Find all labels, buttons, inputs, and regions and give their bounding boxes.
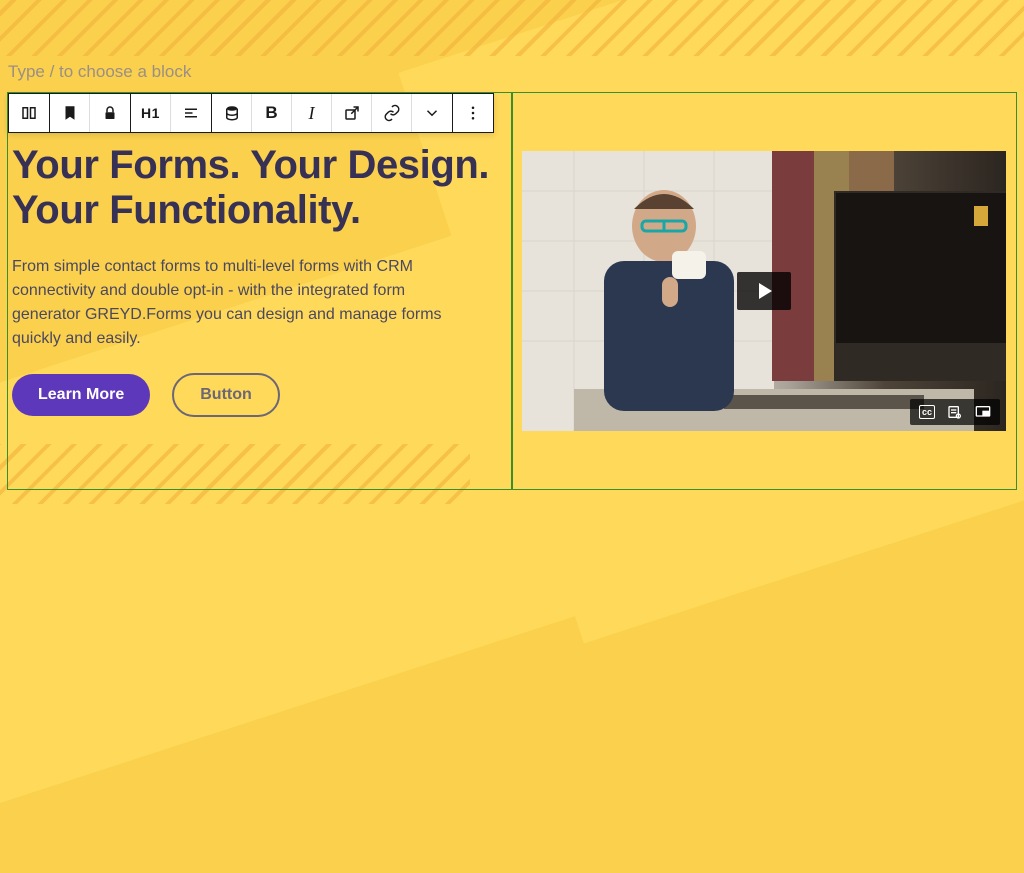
heading-level-label: H1 [141, 105, 160, 121]
block-placeholder[interactable]: Type / to choose a block [8, 62, 191, 82]
chevron-down-icon[interactable] [412, 94, 452, 132]
column-right[interactable]: cc [512, 93, 1016, 489]
hero-description[interactable]: From simple contact forms to multi-level… [12, 255, 472, 351]
block-toolbar: H1 B I [8, 93, 494, 133]
captions-label: cc [919, 405, 935, 419]
captions-button[interactable]: cc [916, 403, 938, 421]
external-link-icon[interactable] [332, 94, 372, 132]
lock-icon[interactable] [90, 94, 130, 132]
bookmark-icon[interactable] [50, 94, 90, 132]
block-type-heading-icon[interactable] [9, 94, 49, 132]
pip-button[interactable] [972, 403, 994, 421]
column-left[interactable]: H1 B I [8, 93, 512, 489]
learn-more-button[interactable]: Learn More [12, 374, 150, 416]
link-icon[interactable] [372, 94, 412, 132]
play-button[interactable] [737, 272, 791, 310]
hero-heading[interactable]: Your Forms. Your Design. Your Functional… [12, 143, 496, 233]
dynamic-content-icon[interactable] [212, 94, 252, 132]
bold-button[interactable]: B [252, 94, 292, 132]
align-icon[interactable] [171, 94, 211, 132]
heading-level-button[interactable]: H1 [131, 94, 171, 132]
play-icon [759, 283, 772, 299]
secondary-button[interactable]: Button [172, 373, 280, 417]
video-controls: cc [910, 399, 1000, 425]
columns-block[interactable]: H1 B I [8, 93, 1016, 489]
italic-button[interactable]: I [292, 94, 332, 132]
video-embed[interactable]: cc [522, 151, 1006, 431]
transcript-button[interactable] [944, 403, 966, 421]
more-options-icon[interactable] [453, 94, 493, 132]
button-row: Learn More Button [12, 373, 496, 417]
